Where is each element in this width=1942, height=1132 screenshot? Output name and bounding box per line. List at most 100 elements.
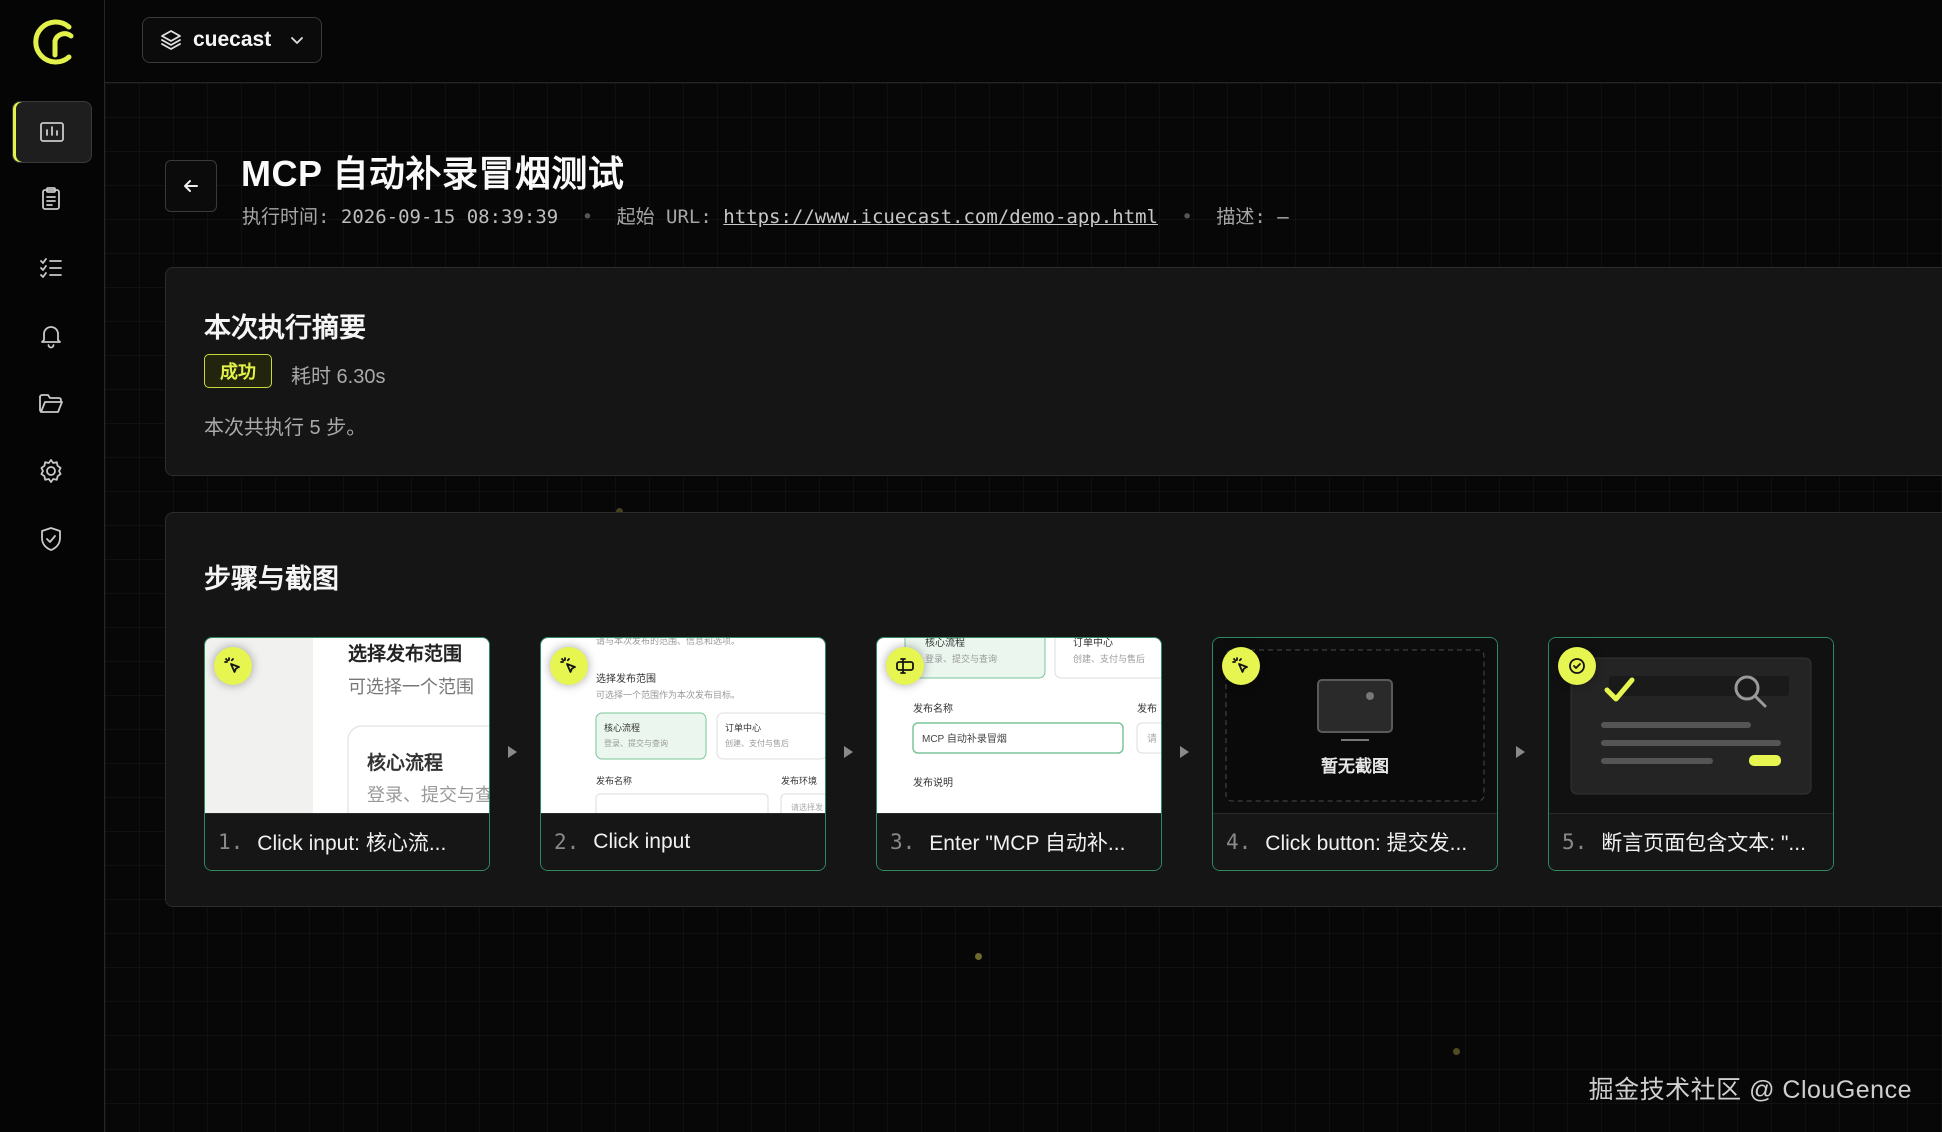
nav-security[interactable] bbox=[12, 509, 90, 569]
start-url-label: 起始 URL: bbox=[616, 206, 712, 228]
thumb1-heading: 选择发布范围 bbox=[348, 642, 462, 665]
nav-files[interactable] bbox=[12, 373, 90, 433]
svg-text:核心流程: 核心流程 bbox=[925, 638, 965, 649]
step-caption-2: 2. Click input bbox=[541, 813, 825, 870]
step-number: 2. bbox=[554, 830, 580, 854]
svg-text:创建、支付与售后: 创建、支付与售后 bbox=[1073, 653, 1145, 664]
step-caption-4: 4. Click button: 提交发... bbox=[1213, 813, 1497, 870]
step-number: 3. bbox=[890, 830, 916, 854]
svg-text:创建、支付与售后: 创建、支付与售后 bbox=[725, 738, 789, 748]
cuecast-logo-icon[interactable] bbox=[25, 19, 77, 65]
steps-card: 步骤与截图 选择发布范围 可选择一个范围 核心流程 登录、提交与查 1. Cli… bbox=[165, 512, 1942, 907]
svg-text:选择发布范围: 选择发布范围 bbox=[596, 672, 656, 685]
svg-text:核心流程: 核心流程 bbox=[604, 722, 640, 733]
step-card-2[interactable]: 请与本次发布的范围、信息和选项。 选择发布范围 可选择一个范围作为本次发布目标。… bbox=[540, 637, 826, 871]
step-number: 5. bbox=[1562, 830, 1588, 854]
step-label: Click button: 提交发... bbox=[1265, 832, 1468, 855]
click-icon bbox=[560, 657, 576, 673]
svg-text:登录、提交与查询: 登录、提交与查询 bbox=[925, 653, 997, 664]
exec-time-label: 执行时间: bbox=[242, 206, 330, 228]
step-caption-5: 5. 断言页面包含文本: "... bbox=[1549, 813, 1833, 870]
topbar: cuecast bbox=[105, 0, 1942, 83]
step-label: Click input bbox=[593, 830, 691, 853]
svg-text:登录、提交与查询: 登录、提交与查询 bbox=[604, 738, 668, 748]
svg-text:订单中心: 订单中心 bbox=[725, 722, 761, 733]
thumb1-card-title: 核心流程 bbox=[367, 751, 443, 774]
summary-title: 本次执行摘要 bbox=[204, 313, 366, 343]
nav-runs[interactable] bbox=[12, 101, 92, 163]
gear-icon bbox=[40, 459, 62, 483]
svg-text:发布环境: 发布环境 bbox=[781, 775, 817, 786]
nav-alerts[interactable] bbox=[12, 305, 90, 365]
svg-text:发布名称: 发布名称 bbox=[596, 775, 632, 786]
step-1-action bbox=[214, 647, 252, 685]
status-badge: 成功 bbox=[204, 354, 272, 388]
watermark: 掘金技术社区 @ ClouGence bbox=[1588, 1076, 1912, 1104]
click-icon bbox=[224, 657, 240, 673]
project-name: cuecast bbox=[193, 28, 272, 51]
text-cursor-icon bbox=[896, 658, 914, 674]
step-number: 1. bbox=[218, 830, 244, 854]
clipboard-icon bbox=[42, 187, 60, 210]
run-meta: 执行时间: 2026-09-15 08:39:39 • 起始 URL: http… bbox=[242, 202, 1289, 229]
layers-icon bbox=[161, 30, 181, 50]
step-label: Click input: 核心流... bbox=[257, 832, 447, 855]
thumb1-sub: 可选择一个范围 bbox=[348, 677, 474, 697]
step-card-5[interactable]: 5. 断言页面包含文本: "... bbox=[1548, 637, 1834, 871]
svg-text:订单中心: 订单中心 bbox=[1073, 638, 1113, 649]
nav-settings[interactable] bbox=[12, 441, 90, 501]
duration-text: 耗时 6.30s bbox=[291, 366, 386, 388]
step-5-action bbox=[1558, 647, 1596, 685]
main-content: MCP 自动补录冒烟测试 执行时间: 2026-09-15 08:39:39 •… bbox=[105, 83, 1942, 1132]
steps-title: 步骤与截图 bbox=[204, 564, 339, 594]
page-title: MCP 自动补录冒烟测试 bbox=[241, 153, 625, 194]
svg-text:发布: 发布 bbox=[1137, 702, 1157, 715]
nav-plans[interactable] bbox=[12, 237, 90, 297]
no-screenshot-text: 暂无截图 bbox=[1321, 756, 1389, 776]
svg-text:MCP 自动补录冒烟: MCP 自动补录冒烟 bbox=[922, 732, 1007, 745]
click-icon bbox=[1232, 657, 1248, 673]
check-circle-icon bbox=[1569, 658, 1585, 674]
shield-check-icon bbox=[41, 527, 61, 551]
checklist-icon bbox=[40, 258, 62, 278]
meta-separator: • bbox=[581, 206, 594, 228]
step-arrow-icon bbox=[1516, 746, 1525, 758]
exec-time-value: 2026-09-15 08:39:39 bbox=[340, 206, 559, 228]
svg-text:请与本次发布的范围、信息和选项。: 请与本次发布的范围、信息和选项。 bbox=[596, 638, 740, 646]
meta-separator: • bbox=[1181, 206, 1193, 228]
step-card-3[interactable]: 核心流程 登录、提交与查询 订单中心 创建、支付与售后 发布名称 发布 MCP … bbox=[876, 637, 1162, 871]
desc-value: — bbox=[1277, 206, 1289, 228]
bell-icon bbox=[41, 326, 61, 349]
project-selector[interactable]: cuecast bbox=[142, 17, 322, 63]
svg-text:可选择一个范围作为本次发布目标。: 可选择一个范围作为本次发布目标。 bbox=[596, 689, 740, 700]
step-arrow-icon bbox=[1180, 746, 1189, 758]
back-button[interactable] bbox=[165, 160, 217, 212]
svg-text:请选择发: 请选择发 bbox=[791, 802, 823, 812]
thumb1-card-sub: 登录、提交与查 bbox=[367, 785, 489, 805]
step-caption-3: 3. Enter "MCP 自动补... bbox=[877, 813, 1161, 870]
summary-card: 本次执行摘要 成功 耗时 6.30s 本次共执行 5 步。 bbox=[165, 267, 1942, 476]
runs-icon bbox=[40, 122, 64, 142]
nav-cases[interactable] bbox=[12, 169, 90, 229]
step-arrow-icon bbox=[844, 746, 853, 758]
chevron-down-icon bbox=[291, 37, 303, 44]
folder-icon bbox=[39, 394, 63, 413]
svg-text:发布名称: 发布名称 bbox=[913, 702, 953, 715]
step-number: 4. bbox=[1226, 830, 1252, 854]
step-label: Enter "MCP 自动补... bbox=[929, 832, 1126, 855]
step-4-action bbox=[1222, 647, 1260, 685]
svg-text:请: 请 bbox=[1147, 732, 1157, 745]
start-url-link[interactable]: https://www.icuecast.com/demo-app.html bbox=[723, 206, 1158, 228]
monitor-icon bbox=[1317, 679, 1393, 741]
arrow-left-icon bbox=[184, 180, 198, 192]
svg-text:发布说明: 发布说明 bbox=[913, 776, 953, 789]
step-arrow-icon bbox=[508, 746, 517, 758]
step-card-4[interactable]: 暂无截图 4. Click button: 提交发... bbox=[1212, 637, 1498, 871]
step-caption-1: 1. Click input: 核心流... bbox=[205, 813, 489, 870]
step-2-action bbox=[550, 647, 588, 685]
step-3-action bbox=[886, 647, 924, 685]
step-label: 断言页面包含文本: "... bbox=[1601, 832, 1806, 855]
sidebar bbox=[0, 0, 105, 1132]
summary-text: 本次共执行 5 步。 bbox=[204, 417, 367, 439]
step-card-1[interactable]: 选择发布范围 可选择一个范围 核心流程 登录、提交与查 1. Click inp… bbox=[204, 637, 490, 871]
